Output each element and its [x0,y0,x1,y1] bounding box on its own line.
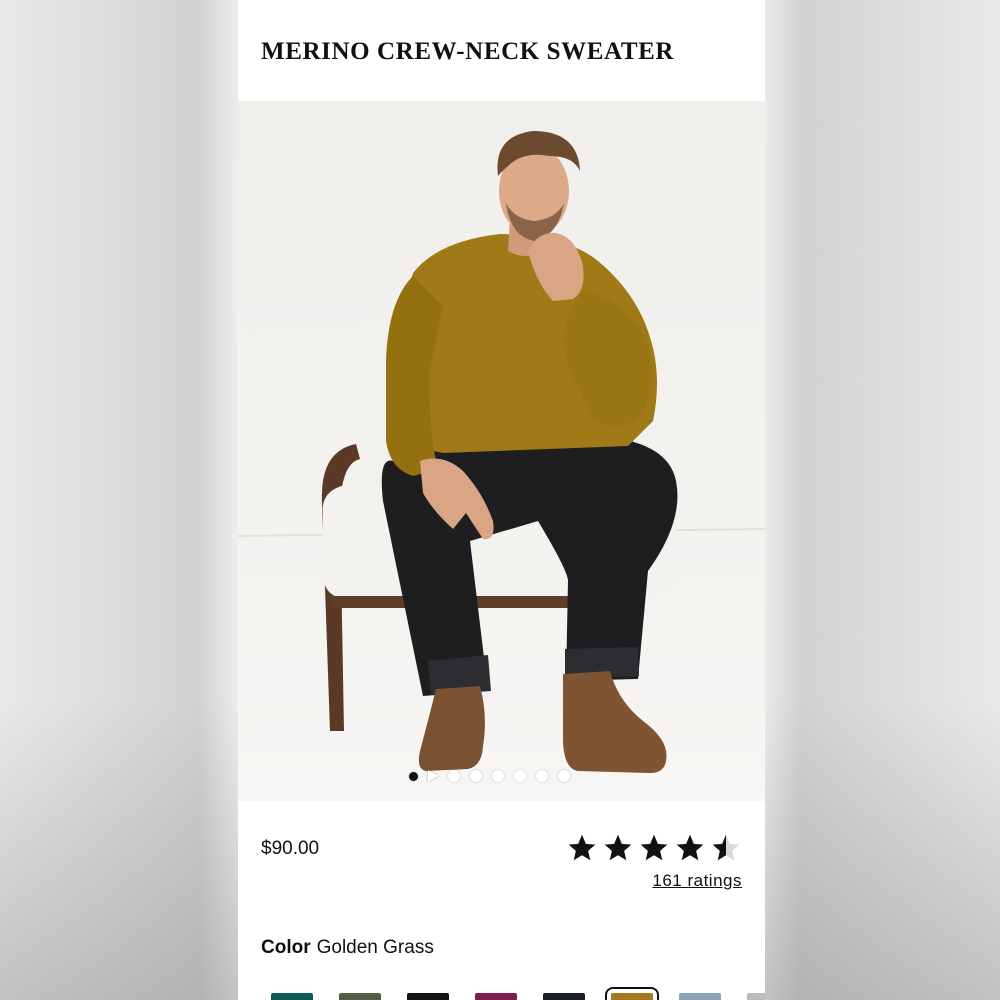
color-swatches [271,987,765,1000]
color-selection: Color Golden Grass [261,937,434,959]
star-icon [604,834,632,861]
boot-right [563,671,667,773]
carousel-dot-3[interactable] [448,770,460,782]
color-swatch-8[interactable] [747,993,765,1000]
color-swatch-3[interactable] [407,993,449,1000]
boot-left [418,686,485,771]
video-play-icon[interactable] [428,770,438,782]
star-icon [676,834,704,861]
star-icon [640,834,668,861]
carousel-dot-1[interactable] [409,771,418,781]
carousel-dot-6[interactable] [514,770,526,782]
color-swatch-1[interactable] [271,993,313,1000]
product-image-carousel[interactable] [238,101,765,801]
product-title: MERINO CREW-NECK SWEATER [261,38,675,65]
star-rating [566,832,742,864]
color-swatch-7[interactable] [679,993,721,1000]
carousel-dot-7[interactable] [536,770,548,782]
carousel-dot-5[interactable] [492,770,504,782]
product-image [238,131,765,773]
ratings-count-link[interactable]: 161 ratings [652,871,742,891]
color-swatch-5[interactable] [543,993,585,1000]
carousel-dot-8[interactable] [558,770,570,782]
product-page: MERINO CREW-NECK SWEATER $90.00 161 rati… [238,0,765,1000]
color-swatch-4[interactable] [475,993,517,1000]
half-star-icon [712,834,740,861]
color-swatch-6[interactable] [605,987,659,1000]
color-label: Color [261,937,311,958]
carousel-dot-4[interactable] [470,770,482,782]
selected-color-name: Golden Grass [316,937,434,958]
color-swatch-2[interactable] [339,993,381,1000]
product-price: $90.00 [261,838,320,859]
star-icon [568,834,596,861]
carousel-dots [238,770,765,782]
